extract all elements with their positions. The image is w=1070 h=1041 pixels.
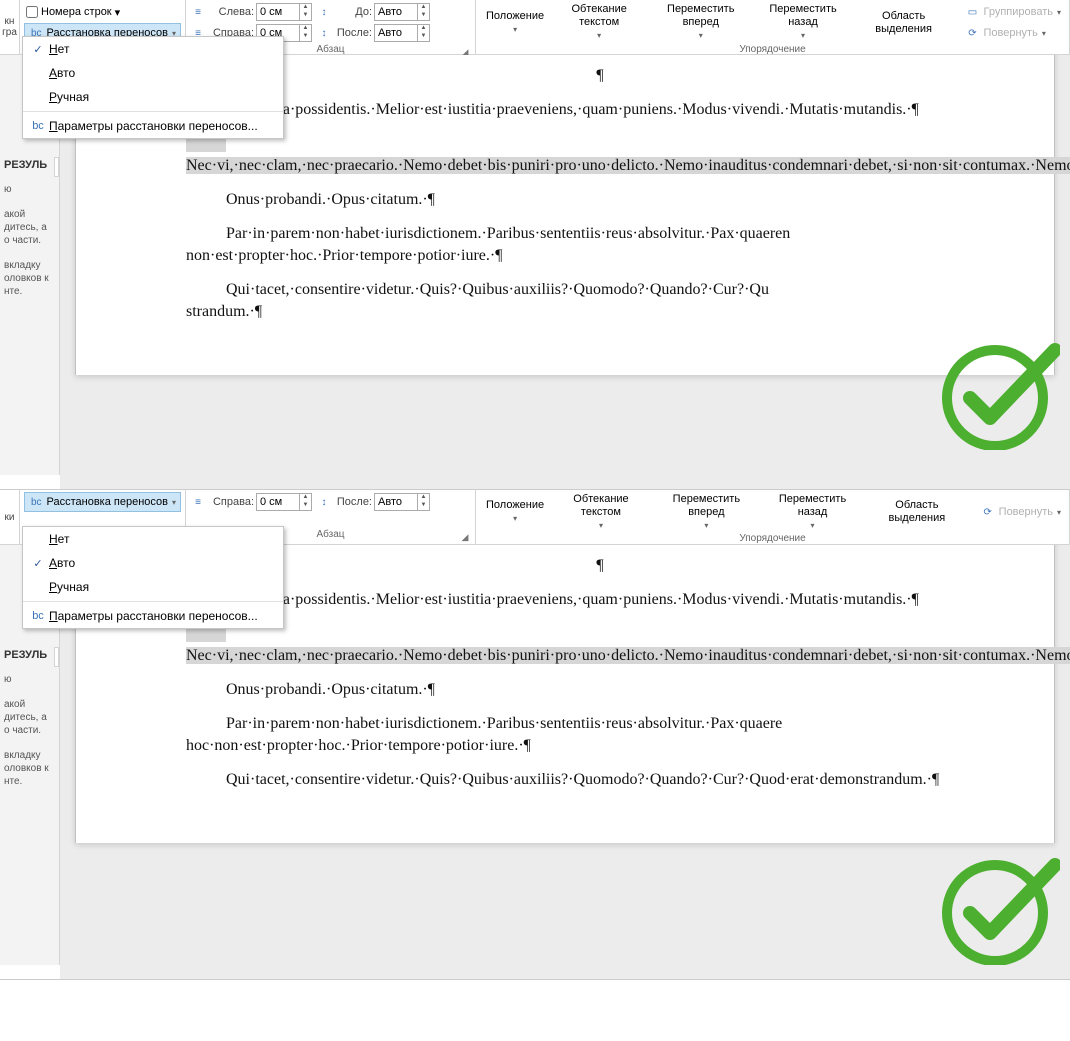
rotate-button: ⟳ Повернуть▾ bbox=[976, 502, 1065, 522]
group-button: ▭ Группировать▾ bbox=[961, 2, 1066, 22]
spacing-before-spinner[interactable]: ▲▼ bbox=[374, 3, 430, 21]
dropdown-item-none[interactable]: ✓ Нет bbox=[23, 37, 283, 61]
selection-pane-button[interactable]: Область выделения bbox=[853, 3, 955, 43]
panel-text: ю bbox=[4, 673, 55, 686]
checkmark-icon bbox=[940, 855, 1060, 965]
paragraph: ¶ bbox=[186, 555, 1014, 577]
rotate-icon: ⟳ bbox=[980, 504, 996, 520]
panel-resize-handle[interactable] bbox=[54, 157, 59, 177]
indent-left-label: Слева: bbox=[208, 6, 254, 18]
panel-text: акой дитесь, а о части. bbox=[4, 698, 55, 737]
text-wrap-button[interactable]: Обтекание текстом▾ bbox=[550, 3, 648, 43]
arrange-group-label: Упорядочение bbox=[480, 532, 1065, 546]
indent-right-spinner[interactable]: ▲▼ bbox=[256, 493, 312, 511]
paragraph: ·est·causa·possidentis.·Melior·est·iusti… bbox=[186, 99, 1014, 121]
panel-resize-handle[interactable] bbox=[54, 647, 59, 667]
panel-text: акой дитесь, а о части. bbox=[4, 208, 55, 247]
text-wrap-button[interactable]: Обтекание текстом▾ bbox=[550, 492, 652, 532]
dropdown-item-manual[interactable]: Ручная bbox=[23, 575, 283, 599]
paragraph: Onus·probandi.·Opus·citatum.·¶ bbox=[186, 679, 1014, 701]
dropdown-item-none[interactable]: Нет bbox=[23, 527, 283, 551]
panel-text: ю bbox=[4, 183, 55, 196]
check-icon: ✓ bbox=[27, 43, 49, 56]
paragraph-highlighted: Nec·vi,·nec·clam,·nec·praecario.·Nemo·de… bbox=[186, 623, 1014, 667]
indent-right-icon: ≡ bbox=[190, 494, 206, 510]
spacing-after-spinner[interactable]: ▲▼ bbox=[374, 493, 430, 511]
paragraph: Qui·tacet,·consentire·videtur.·Quis?·Qui… bbox=[186, 279, 1014, 323]
rotate-icon: ⟳ bbox=[965, 25, 981, 41]
checkmark-icon bbox=[940, 340, 1060, 450]
hyphenation-icon: bc bbox=[29, 494, 44, 510]
dropdown-item-manual[interactable]: Ручная bbox=[23, 85, 283, 109]
bring-forward-button[interactable]: Переместить вперед▾ bbox=[648, 3, 753, 43]
dropdown-item-options[interactable]: bc Параметры расстановки переносов... bbox=[23, 114, 283, 138]
line-numbers-checkbox[interactable]: Номера строк ▾ bbox=[24, 2, 181, 22]
chevron-down-icon: ▾ bbox=[172, 498, 176, 507]
hyphenation-options-icon: bc bbox=[27, 120, 49, 132]
spacing-before-icon: ↕ bbox=[316, 4, 332, 20]
indent-left-spinner[interactable]: ▲▼ bbox=[256, 3, 312, 21]
spacing-after-icon: ↕ bbox=[316, 25, 332, 41]
paragraph: Qui·tacet,·consentire·videtur.·Quis?·Qui… bbox=[186, 769, 1014, 791]
paragraph: Onus·probandi.·Opus·citatum.·¶ bbox=[186, 189, 1014, 211]
results-heading: РЕЗУЛЬ bbox=[4, 159, 47, 171]
paragraph: ·est·causa·possidentis.·Melior·est·iusti… bbox=[186, 589, 1014, 611]
indent-left-icon: ≡ bbox=[190, 4, 206, 20]
panel-text: вкладку оловков к нте. bbox=[4, 749, 55, 788]
ribbon-left-stub: ки bbox=[0, 490, 20, 544]
panel-text: вкладку оловков к нте. bbox=[4, 259, 55, 298]
dropdown-item-options[interactable]: bc Параметры расстановки переносов... bbox=[23, 604, 283, 628]
spacing-after-icon: ↕ bbox=[316, 494, 332, 510]
dropdown-separator bbox=[23, 601, 283, 602]
indent-right-label: Справа: bbox=[208, 496, 254, 508]
position-button[interactable]: Положение▾ bbox=[480, 3, 550, 43]
send-backward-button[interactable]: Переместить назад▾ bbox=[753, 3, 852, 43]
paragraph: Par·in·parem·non·habet·iurisdictionem.·P… bbox=[186, 713, 1014, 757]
hyphenation-dropdown: ✓ Нет Авто Ручная bc Параметры расстанов… bbox=[22, 36, 284, 139]
spacing-after-spinner[interactable]: ▲▼ bbox=[374, 24, 430, 42]
rotate-button: ⟳ Повернуть▾ bbox=[961, 23, 1066, 43]
selection-pane-button[interactable]: Область выделения bbox=[864, 492, 970, 532]
ribbon-left-stub: кнгра bbox=[0, 0, 20, 54]
results-heading: РЕЗУЛЬ bbox=[4, 649, 47, 661]
position-button[interactable]: Положение▾ bbox=[480, 492, 550, 532]
paragraph: ¶ bbox=[186, 65, 1014, 87]
hyphenation-options-icon: bc bbox=[27, 610, 49, 622]
dropdown-item-auto[interactable]: ✓ Авто bbox=[23, 551, 283, 575]
dropdown-separator bbox=[23, 111, 283, 112]
dialog-launcher-icon[interactable]: ◢ bbox=[459, 530, 471, 542]
send-backward-button[interactable]: Переместить назад▾ bbox=[761, 492, 864, 532]
hyphenation-dropdown: Нет ✓ Авто Ручная bc Параметры расстанов… bbox=[22, 526, 284, 629]
bring-forward-button[interactable]: Переместить вперед▾ bbox=[652, 492, 761, 532]
paragraph-highlighted: Nec·vi,·nec·clam,·nec·praecario.·Nemo·de… bbox=[186, 133, 1014, 177]
hyphenation-button[interactable]: bc Расстановка переносов ▾ bbox=[24, 492, 181, 512]
chevron-down-icon: ▾ bbox=[115, 6, 121, 19]
dropdown-item-auto[interactable]: Авто bbox=[23, 61, 283, 85]
paragraph: Par·in·parem·non·habet·iurisdictionem.·P… bbox=[186, 223, 1014, 267]
group-icon: ▭ bbox=[965, 4, 981, 20]
spacing-before-label: До: bbox=[334, 6, 372, 18]
spacing-after-label: После: bbox=[334, 27, 372, 39]
spacing-after-label: После: bbox=[334, 496, 372, 508]
check-icon: ✓ bbox=[27, 557, 49, 570]
